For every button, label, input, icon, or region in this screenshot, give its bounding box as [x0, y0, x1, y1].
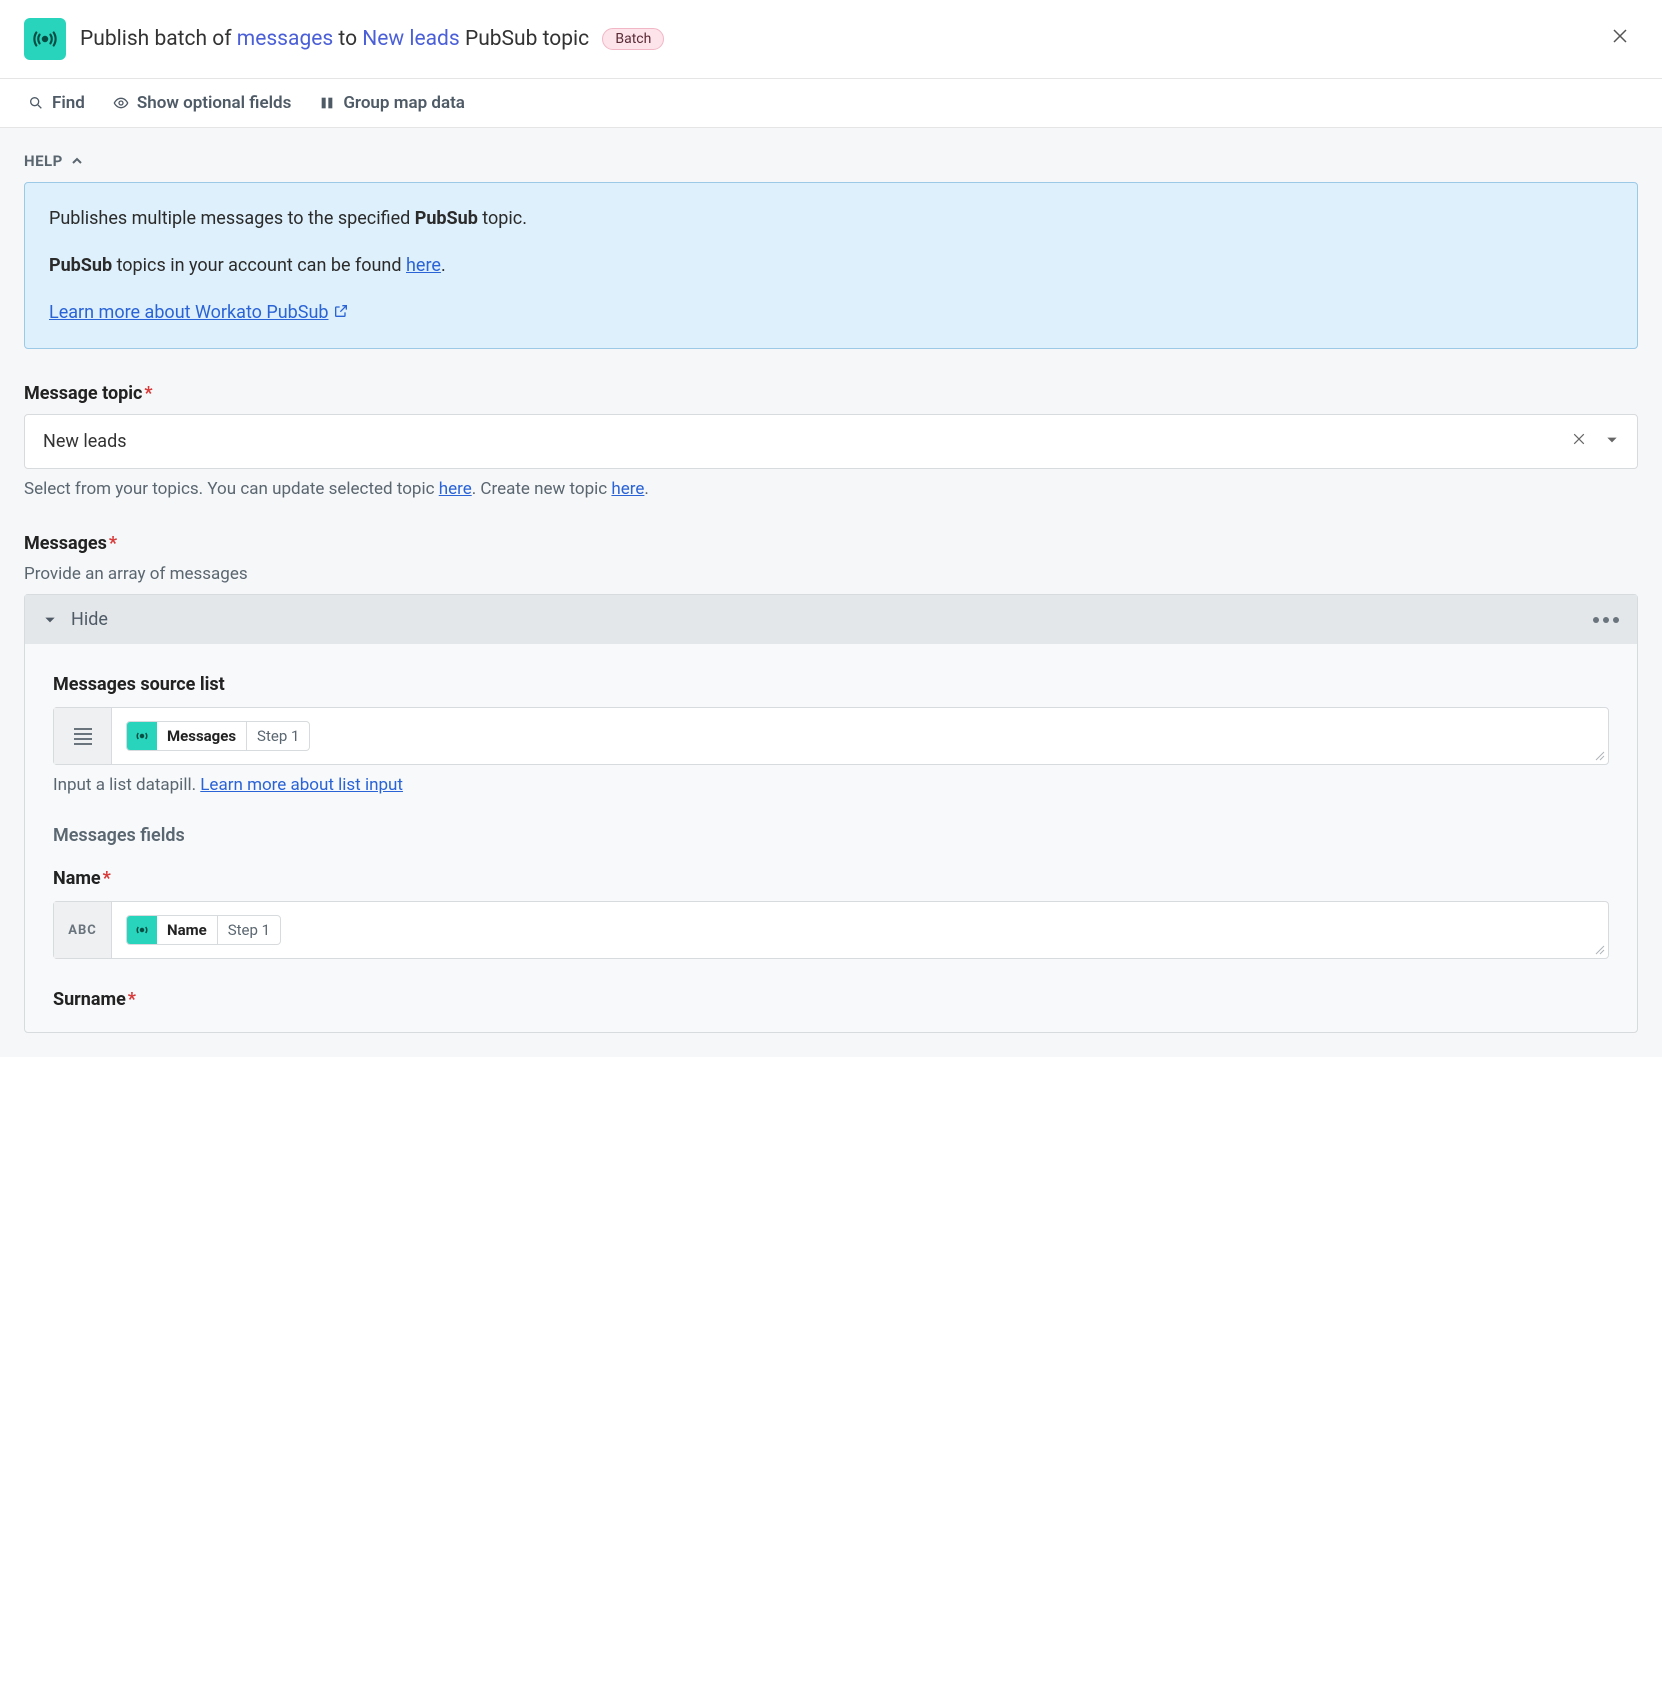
update-topic-link[interactable]: here	[439, 479, 472, 499]
chevron-down-icon	[1605, 433, 1619, 447]
messages-label: Messages*	[24, 533, 1638, 554]
resize-handle-icon[interactable]	[1594, 944, 1606, 956]
pubsub-icon	[24, 18, 66, 60]
help-learn-more-link[interactable]: Learn more about Workato PubSub	[49, 302, 349, 323]
batch-badge: Batch	[602, 28, 664, 50]
pubsub-pill-icon	[127, 915, 157, 945]
message-topic-label: Message topic*	[24, 383, 1638, 404]
list-input-learn-link[interactable]: Learn more about list input	[200, 775, 403, 795]
source-list-pill[interactable]: Messages Step 1	[126, 721, 310, 751]
title-topic-link[interactable]: New leads	[362, 27, 459, 51]
create-topic-link[interactable]: here	[611, 479, 644, 499]
text-type-icon: ABC	[54, 902, 112, 958]
panel-title: Publish batch of messages to New leads P…	[80, 27, 1588, 51]
messages-fields-label: Messages fields	[53, 825, 1609, 846]
more-options-button[interactable]	[1593, 617, 1619, 623]
close-button[interactable]	[1602, 22, 1638, 56]
hide-toggle[interactable]: Hide	[43, 609, 108, 630]
list-icon	[54, 708, 112, 764]
name-input[interactable]: ABC Name Step 1	[53, 901, 1609, 959]
toolbar: Find Show optional fields Group map data	[0, 79, 1662, 128]
title-messages-link[interactable]: messages	[237, 27, 333, 51]
chevron-up-icon	[71, 155, 83, 167]
clear-topic-button[interactable]	[1571, 431, 1587, 452]
external-link-icon	[333, 303, 349, 319]
find-button[interactable]: Find	[28, 93, 85, 113]
chevron-down-icon	[43, 613, 57, 627]
messages-panel: Hide Messages source list	[24, 594, 1638, 1033]
message-topic-select[interactable]: New leads	[24, 414, 1638, 469]
surname-label: Surname*	[53, 989, 1609, 1010]
source-list-hint: Input a list datapill. Learn more about …	[53, 775, 1609, 795]
messages-field: Messages* Provide an array of messages H…	[24, 533, 1638, 1033]
messages-description: Provide an array of messages	[24, 564, 1638, 584]
message-topic-hint: Select from your topics. You can update …	[24, 479, 1638, 499]
messages-panel-header: Hide	[25, 595, 1637, 644]
topic-dropdown-button[interactable]	[1605, 431, 1619, 452]
show-optional-button[interactable]: Show optional fields	[113, 93, 292, 113]
group-map-button[interactable]: Group map data	[319, 93, 465, 113]
content-area: HELP Publishes multiple messages to the …	[0, 128, 1662, 1057]
resize-handle-icon[interactable]	[1594, 750, 1606, 762]
help-topics-link[interactable]: here	[406, 255, 441, 276]
message-topic-value: New leads	[43, 431, 127, 452]
message-topic-field: Message topic* New leads Select from you…	[24, 383, 1638, 499]
help-panel: Publishes multiple messages to the speci…	[24, 182, 1638, 349]
panel-header: Publish batch of messages to New leads P…	[0, 0, 1662, 79]
name-label: Name*	[53, 868, 1609, 889]
name-pill[interactable]: Name Step 1	[126, 915, 281, 945]
source-list-input[interactable]: Messages Step 1	[53, 707, 1609, 765]
pubsub-pill-icon	[127, 721, 157, 751]
source-list-label: Messages source list	[53, 674, 1609, 695]
help-toggle[interactable]: HELP	[24, 152, 1638, 170]
